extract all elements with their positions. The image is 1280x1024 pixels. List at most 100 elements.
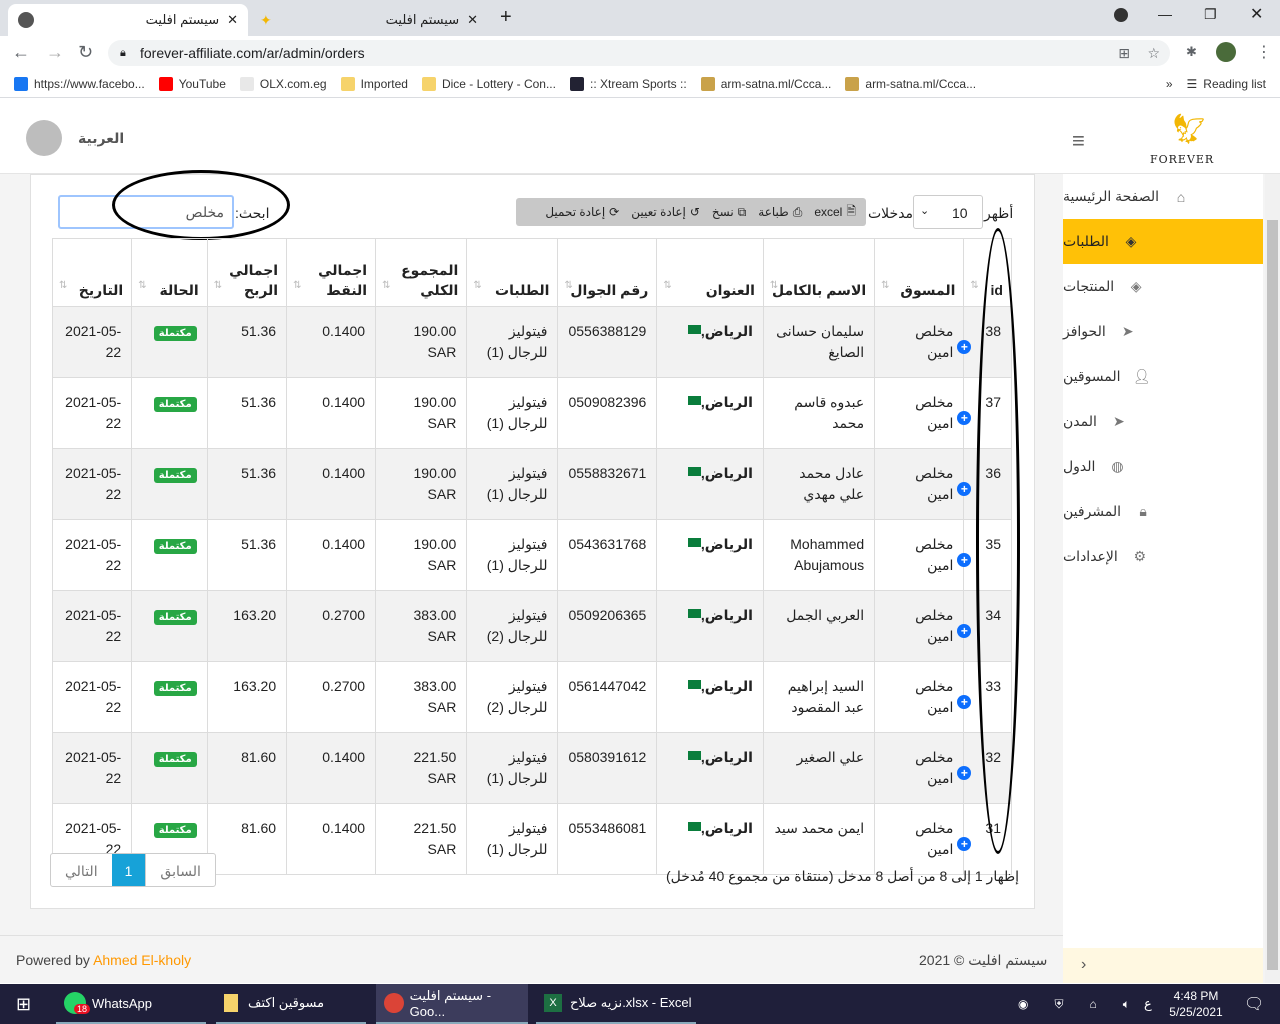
expand-row-icon[interactable]: + [957, 837, 972, 851]
column-header[interactable]: الطلبات ⇅ [466, 238, 559, 307]
windows-start-icon[interactable]: ⊞ [8, 984, 48, 1024]
new-tab-icon[interactable]: + [500, 6, 512, 29]
status-badge: مكتملة [153, 823, 197, 838]
column-header[interactable]: العنوان ⇅ [656, 238, 764, 307]
expand-row-icon[interactable]: + [957, 766, 972, 780]
browser-tab-active[interactable]: سيستم افليت ✕ [8, 4, 248, 36]
next-page-button[interactable]: التالي [51, 854, 112, 886]
copy-button[interactable]: ⧉ نسخ [706, 199, 752, 225]
table-row[interactable]: 2021-05-22 مكتملة 163.20 0.2700 383.00 SAR في… [51, 590, 1012, 662]
table-row[interactable]: 2021-05-22 مكتملة 81.60 0.1400 221.50 SAR فيت… [51, 732, 1012, 804]
table-row[interactable]: 2021-05-22 مكتملة 51.36 0.1400 190.00 SAR فيت… [51, 448, 1012, 520]
scrollbar-thumb[interactable] [1267, 220, 1278, 970]
bookmark-olx[interactable]: OLX.com.eg [239, 76, 327, 91]
input-language[interactable]: ع [1136, 984, 1156, 1024]
column-header[interactable]: التاريخ ⇅ [51, 238, 133, 307]
bookmark-star-icon[interactable]: ☆ [1147, 40, 1160, 66]
column-header[interactable]: الاسم بالكامل ⇅ [762, 238, 876, 307]
bookmark-imported[interactable]: Imported [340, 76, 408, 91]
sidebar-item-products[interactable]: ◈ المنتجات [1063, 264, 1263, 309]
marketer-cell: مخلص امين [874, 448, 965, 520]
column-header[interactable]: الحالة ⇅ [131, 238, 208, 307]
phone-cell: 0580391612 [557, 732, 658, 804]
status-cell: مكتملة [131, 661, 208, 733]
bookmark-arm-2[interactable]: arm-satna.ml/Ccca... [845, 76, 976, 91]
minimize-icon[interactable]: — [1158, 6, 1172, 22]
bookmark-youtube[interactable]: YouTube [158, 76, 226, 91]
restore-icon[interactable]: ❐ [1204, 6, 1217, 23]
sidebar-item-marketers[interactable]: 👤︎ المسوقين [1063, 354, 1263, 399]
sidebar-item-orders[interactable]: ◈ الطلبات [1063, 219, 1263, 264]
sidebar-item-countries[interactable]: ◍ الدول [1063, 444, 1263, 489]
forward-icon[interactable]: → [46, 42, 64, 63]
status-cell: مكتملة [131, 732, 208, 804]
window-close-icon[interactable]: ✕ [1250, 4, 1263, 24]
excel-button[interactable]: 🗎 excel [808, 199, 862, 225]
bookmark-xtream[interactable]: :: Xtream Sports :: [569, 76, 687, 91]
close-icon[interactable]: ✕ [227, 12, 238, 28]
close-icon[interactable]: ✕ [467, 12, 478, 28]
taskbar-whatsapp[interactable]: 18 WhatsApp [56, 984, 206, 1024]
table-row[interactable]: 2021-05-22 مكتملة 51.36 0.1400 190.00 SAR فيت… [51, 519, 1012, 591]
hamburger-menu-icon[interactable]: ≡ [1072, 128, 1085, 154]
url-text: forever-affiliate.com/ar/admin/orders [140, 45, 365, 61]
page-scrollbar[interactable] [1265, 174, 1280, 983]
menu-dots-icon[interactable]: ⋮ [1256, 42, 1272, 62]
language-switch[interactable]: العربية [78, 130, 124, 147]
reading-list[interactable]: ☰ Reading list [1187, 77, 1266, 91]
fullname-cell: عادل محمد علي مهدي [762, 448, 876, 520]
taskbar-clock[interactable]: 4:48 PM 5/25/2021 [1166, 988, 1226, 1020]
print-button[interactable]: ⎙ طباعة [752, 199, 808, 225]
reload-icon[interactable]: ↻ [78, 42, 93, 63]
profit-cell: 163.20 [206, 590, 288, 662]
column-header[interactable]: المجموع الكلي ⇅ [375, 238, 468, 307]
expand-row-icon[interactable]: + [957, 411, 972, 425]
sidebar-item-admins[interactable]: 🔒︎ المشرفين [1063, 489, 1263, 534]
column-header[interactable]: اجمالي الربح ⇅ [206, 238, 288, 307]
tab-search-icon[interactable] [1114, 8, 1128, 22]
expand-row-icon[interactable]: + [957, 695, 972, 709]
column-header[interactable]: اجمالي النقط ⇅ [286, 238, 377, 307]
more-bookmarks-icon[interactable]: » [1166, 77, 1173, 91]
address-cell: الرياض, [656, 661, 764, 733]
reset-button[interactable]: ↺ إعادة تعيين [625, 199, 706, 225]
extensions-icon[interactable]: ✱ [1186, 44, 1197, 60]
reload-button[interactable]: ⟳ إعادة تحميل [539, 199, 625, 225]
page-1-button[interactable]: 1 [111, 854, 146, 886]
sidebar-item-incentives[interactable]: ➤ الحوافز [1063, 309, 1263, 354]
system-tray-icons[interactable]: ◉ ⛨ ⌂ 🔈︎ [1010, 984, 1130, 1024]
sidebar-item-cities[interactable]: ➤ المدن [1063, 399, 1263, 444]
notifications-icon[interactable]: 🗨︎ [1236, 984, 1266, 1024]
taskbar-excel[interactable]: X نزيه صلاح.xlsx - Excel [536, 984, 696, 1024]
column-header[interactable]: المسوق ⇅ [874, 238, 965, 307]
bookmark-dice[interactable]: Dice - Lottery - Con... [421, 76, 556, 91]
expand-row-icon[interactable]: + [957, 553, 972, 567]
taskbar-chrome[interactable]: سيستم افليت - Goo... [376, 984, 528, 1024]
column-header[interactable]: رقم الجوال ⇅ [557, 238, 658, 307]
fullname-cell: ايمن محمد سيد [762, 803, 876, 875]
logo-text: FOREVER [1150, 153, 1215, 166]
table-row[interactable]: 2021-05-22 مكتملة 163.20 0.2700 383.00 SAR في… [51, 661, 1012, 733]
author-link[interactable]: Ahmed El-kholy [93, 952, 191, 968]
sidebar-item-home[interactable]: ⌂ الصفحة الرئيسية [1063, 174, 1263, 219]
browser-tab[interactable]: ✦ سيستم افليت ✕ [250, 4, 488, 36]
taskbar-folder[interactable]: مسوقين اكتف [216, 984, 366, 1024]
total-cell: 190.00 SAR [375, 448, 468, 520]
bookmark-arm-1[interactable]: arm-satna.ml/Ccca... [700, 76, 831, 91]
sidebar-collapse[interactable]: › [1063, 948, 1263, 983]
table-row[interactable]: 2021-05-22 مكتملة 51.36 0.1400 190.00 SAR فيت… [51, 306, 1012, 378]
expand-row-icon[interactable]: + [957, 482, 972, 496]
address-bar[interactable]: 🔒︎ forever-affiliate.com/ar/admin/orders… [108, 40, 1170, 66]
expand-row-icon[interactable]: + [957, 340, 972, 354]
expand-row-icon[interactable]: + [957, 624, 972, 638]
sidebar-item-settings[interactable]: ⚙ الإعدادات [1063, 534, 1263, 579]
prev-page-button[interactable]: السابق [145, 854, 214, 886]
translate-icon[interactable]: ⊞ [1118, 40, 1130, 66]
table-row[interactable]: 2021-05-22 مكتملة 51.36 0.1400 190.00 SAR فيت… [51, 377, 1012, 449]
avatar[interactable] [26, 120, 62, 156]
bookmark-facebook[interactable]: https://www.facebo... [14, 76, 145, 91]
profile-avatar[interactable] [1216, 42, 1236, 62]
back-icon[interactable]: ← [12, 42, 30, 63]
saudi-flag-icon [687, 538, 701, 547]
entries-select[interactable]: 10 ⌄ [913, 195, 983, 229]
